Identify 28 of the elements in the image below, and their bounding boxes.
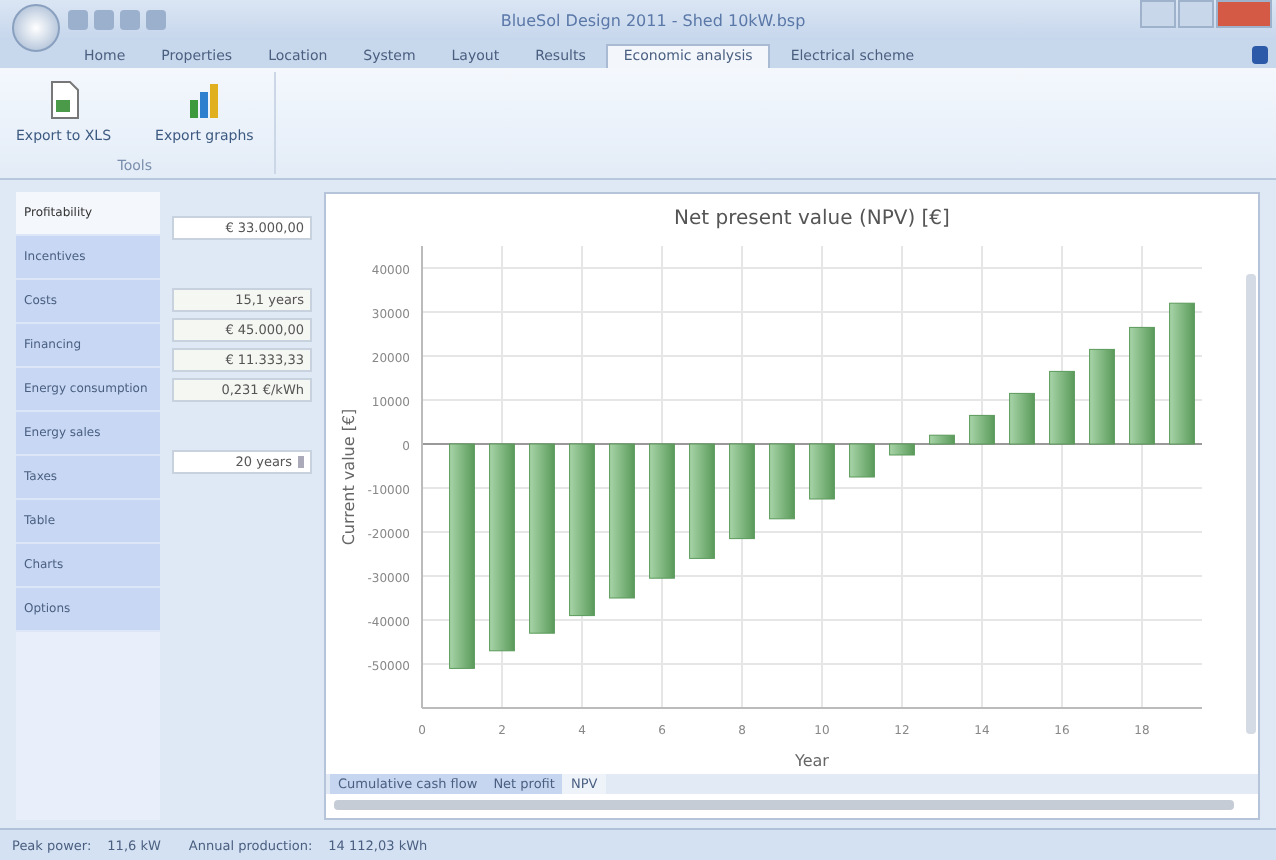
bar (809, 443, 835, 500)
bar (849, 443, 875, 478)
scrollbar[interactable] (1246, 274, 1256, 734)
bar (769, 443, 795, 520)
bar (1129, 326, 1155, 445)
y-axis-label: Current value [€] (340, 408, 358, 546)
minimize-button[interactable] (1140, 0, 1176, 28)
spinner-icon[interactable] (298, 456, 304, 468)
bar (689, 443, 715, 559)
help-icon[interactable] (1252, 45, 1268, 63)
bar (649, 443, 675, 579)
document-icon (45, 80, 82, 120)
bar (929, 434, 955, 445)
maximize-button[interactable] (1178, 0, 1214, 28)
window-title: BlueSol Design 2011 - Shed 10kW.bsp (498, 11, 808, 29)
close-button[interactable] (1216, 0, 1272, 28)
bar (1049, 370, 1075, 445)
chart-title: Net present value (NPV) [€] (674, 208, 950, 230)
bar (969, 414, 995, 445)
bar (729, 443, 755, 540)
bar (1009, 392, 1035, 445)
bar (1169, 302, 1195, 445)
bar (889, 443, 915, 456)
x-axis-label: Year (795, 752, 829, 770)
scrollbar[interactable] (334, 800, 1234, 810)
app-menu-button[interactable] (12, 4, 60, 52)
bar (1089, 348, 1115, 445)
bar-chart-icon (186, 80, 223, 120)
